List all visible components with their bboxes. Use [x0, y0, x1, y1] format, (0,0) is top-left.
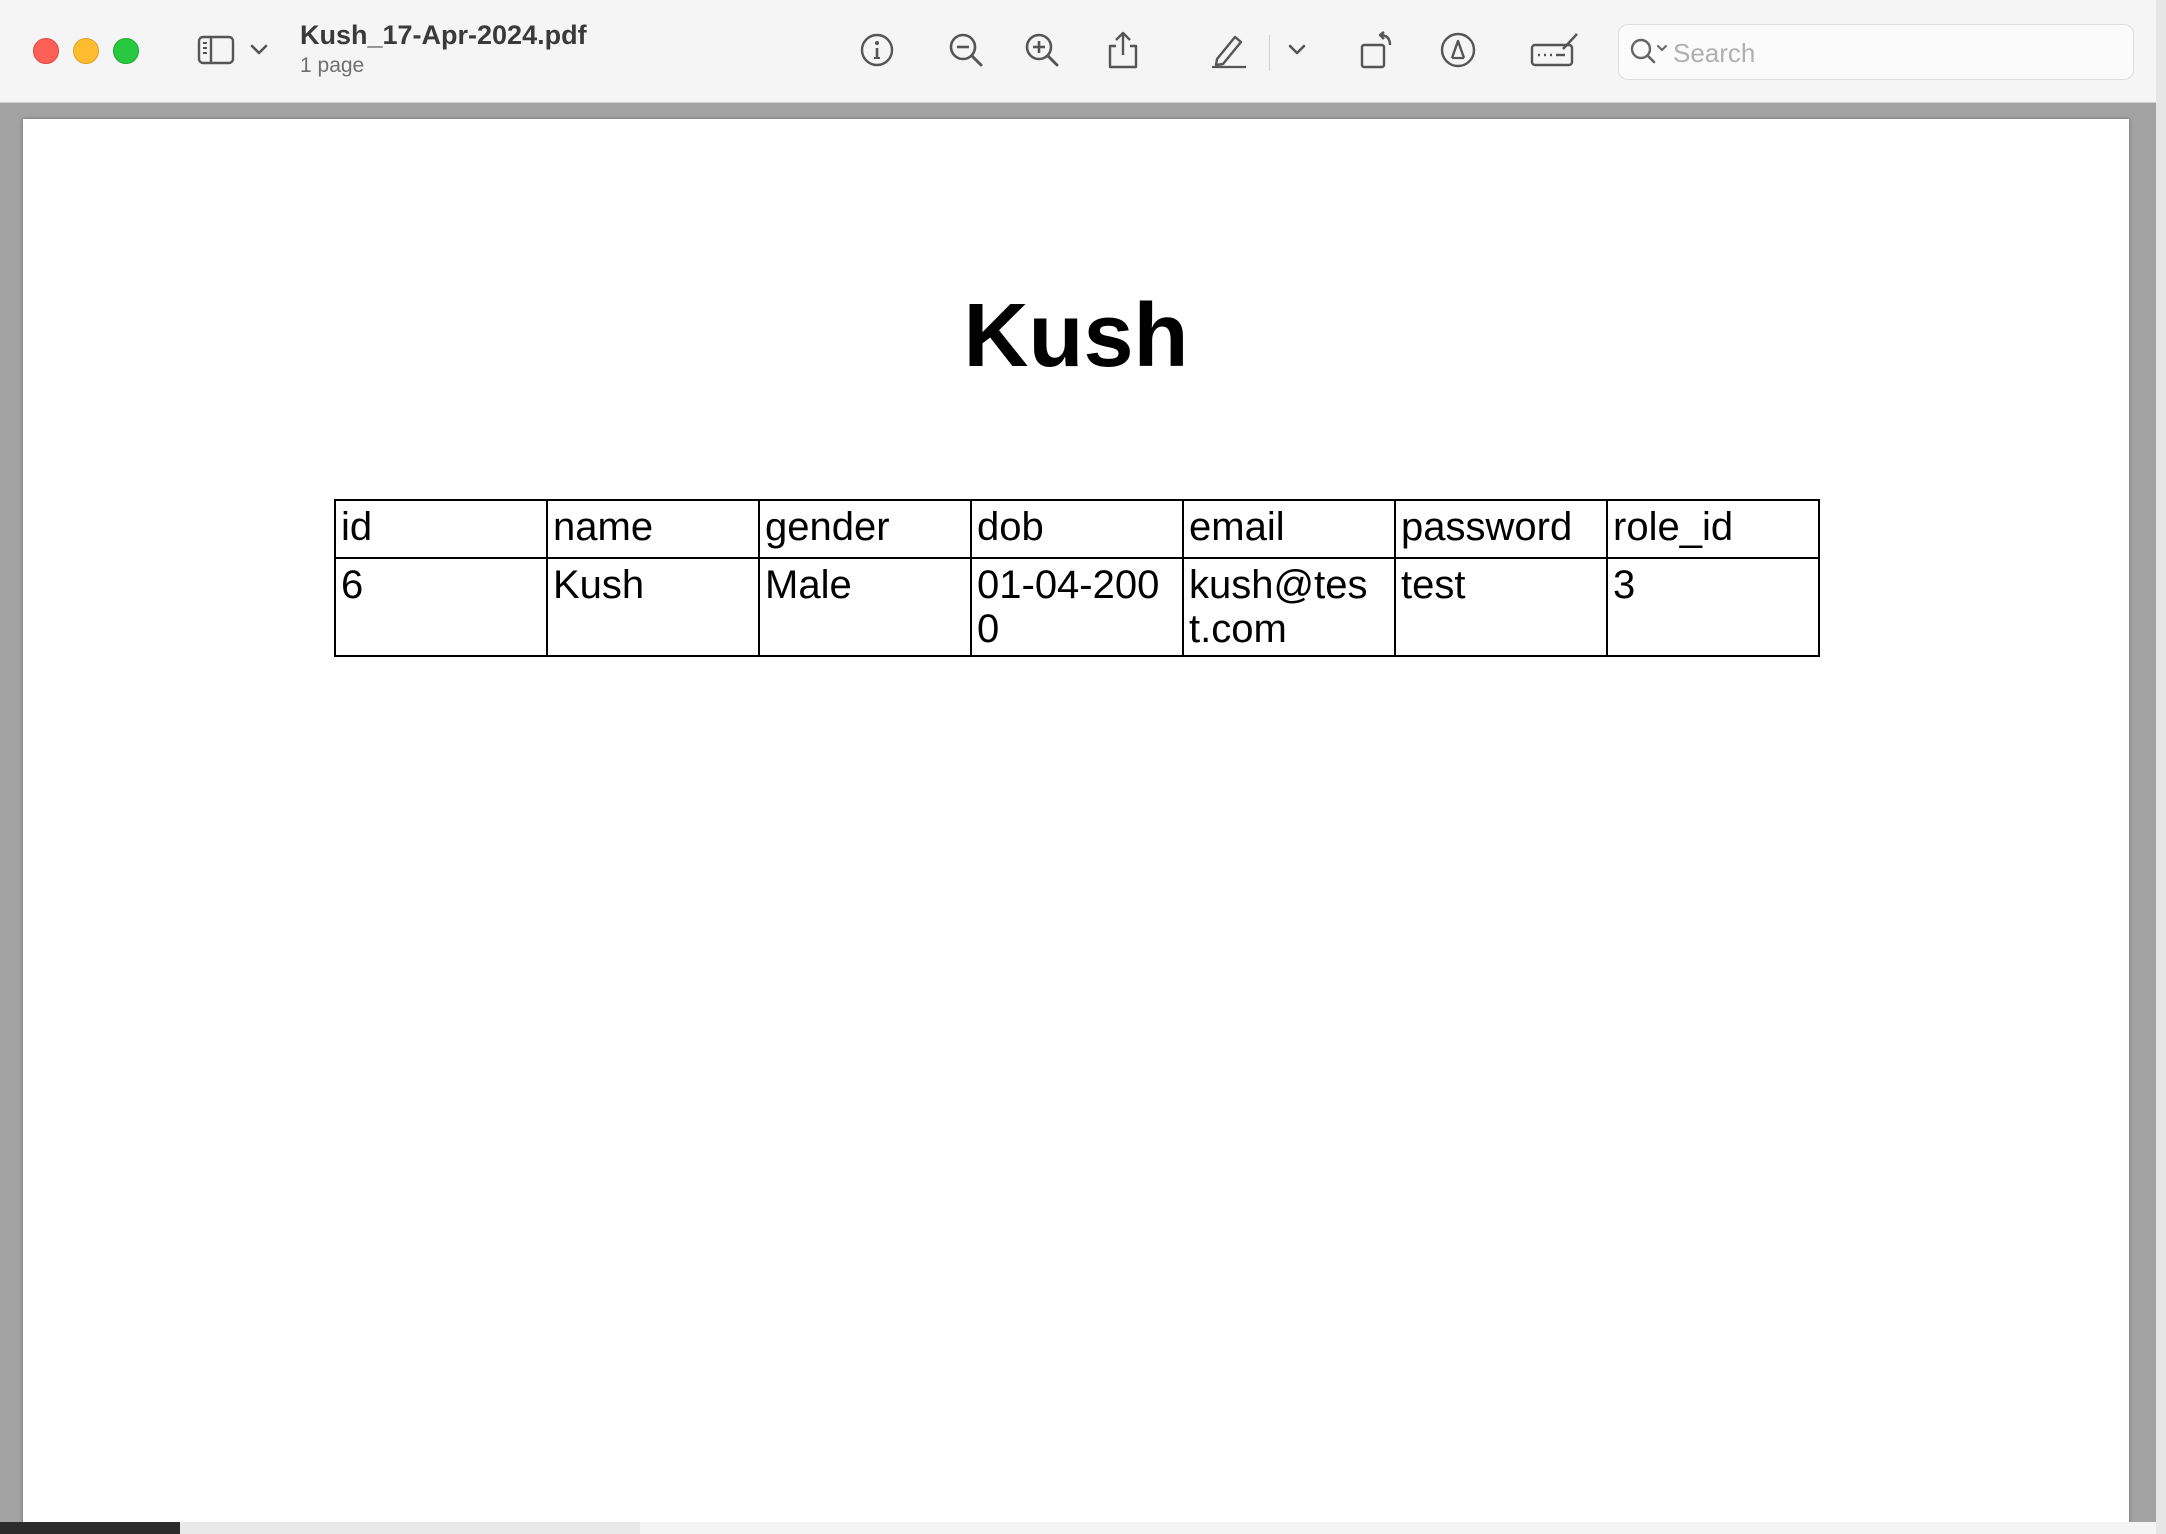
markup-icon [1440, 32, 1476, 68]
rotate-icon [1360, 31, 1392, 69]
table-cell: Kush [546, 557, 760, 657]
background-app-strip [0, 1522, 2156, 1534]
table-cell: 3 [1606, 557, 1820, 657]
share-button[interactable] [1100, 27, 1146, 73]
table-cell: 6 [334, 557, 548, 657]
minimize-window-button[interactable] [73, 38, 99, 64]
chevron-down-icon [250, 44, 268, 55]
column-header: email [1182, 499, 1396, 559]
search-field[interactable] [1618, 24, 2134, 80]
toolbar: Kush_17-Apr-2024.pdf 1 page [0, 0, 2156, 103]
form-icon [1530, 33, 1578, 67]
background-panel [640, 1522, 2156, 1534]
page-heading: Kush [963, 286, 1189, 386]
table-cell: kush@test.com [1182, 557, 1396, 657]
chevron-down-icon [1288, 44, 1306, 55]
table-cell: Male [758, 557, 972, 657]
rotate-button[interactable] [1354, 27, 1400, 73]
pdf-viewer-window: Kush_17-Apr-2024.pdf 1 page Search Kush … [0, 0, 2156, 1534]
column-header: dob [970, 499, 1184, 559]
zoom-out-icon [949, 33, 983, 67]
table-row: 6 Kush Male 01-04-2000 kush@test.com tes… [334, 557, 1820, 657]
table-cell: 01-04-2000 [970, 557, 1184, 657]
column-header: name [546, 499, 760, 559]
share-icon [1108, 31, 1138, 69]
page-count: 1 page [300, 54, 365, 77]
column-header: gender [758, 499, 972, 559]
close-window-button[interactable] [33, 38, 59, 64]
zoom-window-button[interactable] [113, 38, 139, 64]
column-header: id [334, 499, 548, 559]
zoom-in-button[interactable] [1019, 27, 1065, 73]
table-cell: test [1394, 557, 1608, 657]
sidebar-menu-chevron[interactable] [246, 27, 272, 73]
zoom-out-button[interactable] [943, 27, 989, 73]
sidebar-toggle-button[interactable] [193, 27, 239, 73]
info-icon [860, 33, 894, 67]
highlight-button[interactable] [1206, 27, 1252, 73]
sidebar-icon [197, 35, 235, 65]
background-window-edge [2156, 0, 2166, 1534]
highlight-menu-chevron[interactable] [1284, 27, 1310, 73]
column-header: role_id [1606, 499, 1820, 559]
toolbar-divider [1269, 35, 1270, 71]
search-icon [1630, 38, 1667, 64]
highlight-icon [1212, 35, 1246, 69]
document-title: Kush_17-Apr-2024.pdf [300, 20, 587, 50]
markup-button[interactable] [1435, 27, 1481, 73]
zoom-in-icon [1025, 33, 1059, 67]
form-filling-button[interactable] [1528, 27, 1582, 73]
column-header: password [1394, 499, 1608, 559]
pdf-page: Kush id name gender dob email password r… [23, 119, 2129, 1522]
search-input[interactable] [1671, 33, 2115, 73]
data-table: id name gender dob email password role_i… [334, 499, 1820, 657]
table-header-row: id name gender dob email password role_i… [334, 499, 1820, 559]
info-button[interactable] [854, 27, 900, 73]
